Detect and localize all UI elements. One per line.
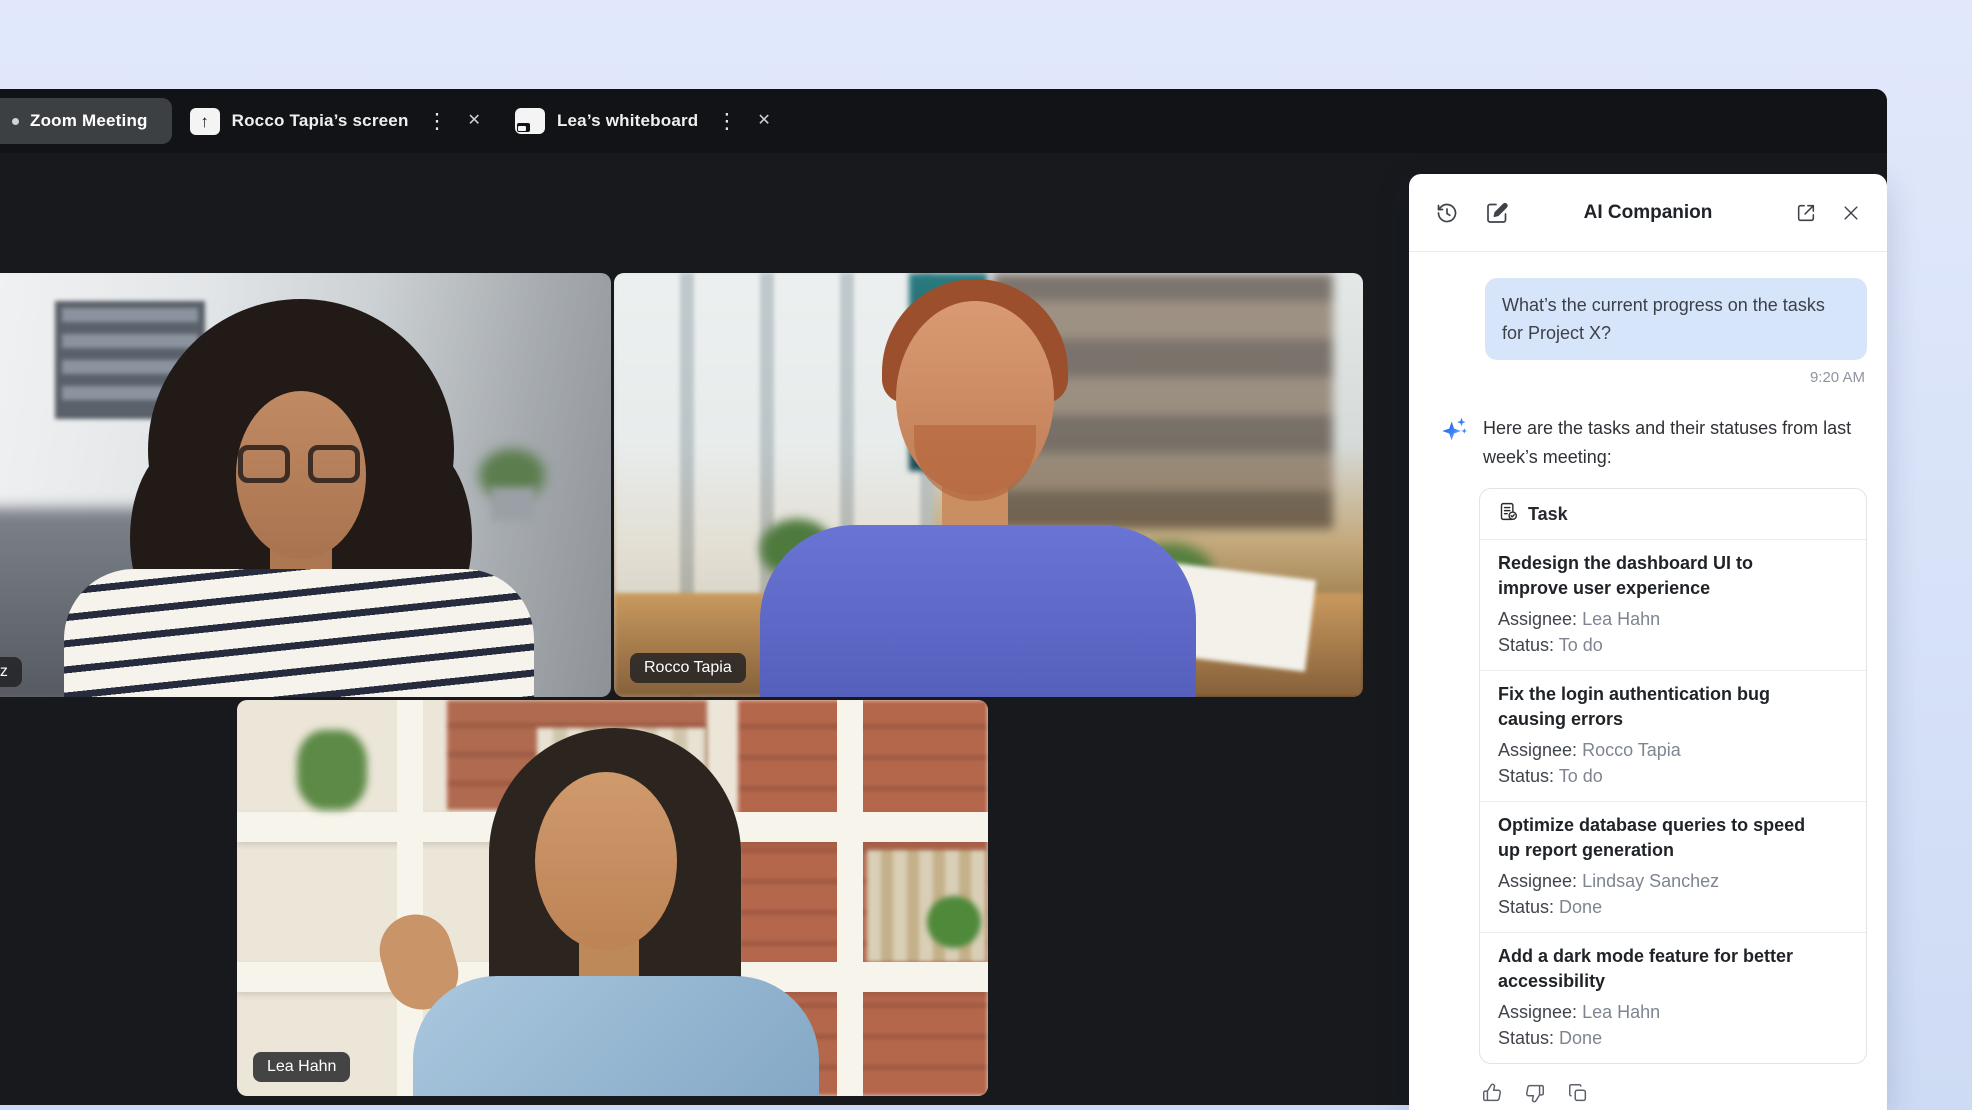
task-status: Status: To do xyxy=(1498,763,1848,789)
ai-response: Here are the tasks and their statuses fr… xyxy=(1439,414,1867,472)
task-status: Status: Done xyxy=(1498,894,1848,920)
task-title: Redesign the dashboard UI to improve use… xyxy=(1498,551,1828,601)
ai-intro-text: Here are the tasks and their statuses fr… xyxy=(1483,414,1859,472)
tab-label: Rocco Tapia’s screen xyxy=(232,111,409,131)
task-status: Status: To do xyxy=(1498,632,1848,658)
task-title: Add a dark mode feature for better acces… xyxy=(1498,944,1828,994)
tab-close-icon[interactable]: ✕ xyxy=(757,113,770,129)
task-list-icon xyxy=(1498,501,1519,527)
task-card-title: Task xyxy=(1528,504,1568,525)
task-row[interactable]: Redesign the dashboard UI to improve use… xyxy=(1480,540,1866,671)
tab-menu-icon[interactable]: ⋮ xyxy=(427,111,448,132)
close-panel-icon[interactable] xyxy=(1841,203,1861,223)
user-message-bubble: What’s the current progress on the tasks… xyxy=(1485,278,1867,360)
tab-label: Zoom Meeting xyxy=(30,111,148,131)
background-plant xyxy=(927,896,981,948)
history-icon[interactable] xyxy=(1435,201,1459,225)
new-chat-icon[interactable] xyxy=(1485,201,1509,225)
tab-menu-icon[interactable]: ⋮ xyxy=(716,111,737,132)
video-tile-lindsay-sanchez[interactable]: Lindsay Sanchez xyxy=(0,273,611,697)
ai-sparkle-icon xyxy=(1439,416,1469,451)
screen: Zoom Meeting ↑ Rocco Tapia’s screen ⋮ ✕ … xyxy=(0,0,1972,1110)
tab-zoom-meeting[interactable]: Zoom Meeting xyxy=(0,98,172,144)
task-status: Status: Done xyxy=(1498,1025,1848,1051)
tab-lea-whiteboard[interactable]: Lea’s whiteboard xyxy=(515,98,698,144)
ai-companion-panel: AI Companion What’s the current progress… xyxy=(1409,174,1887,1110)
up-arrow-icon: ↑ xyxy=(200,113,209,130)
tab-bar: Zoom Meeting ↑ Rocco Tapia’s screen ⋮ ✕ … xyxy=(0,89,1887,153)
whiteboard-icon xyxy=(515,108,545,134)
glasses xyxy=(238,445,290,483)
task-row[interactable]: Optimize database queries to speed up re… xyxy=(1480,802,1866,933)
tab-rocco-screen[interactable]: ↑ Rocco Tapia’s screen xyxy=(190,98,409,144)
task-card-header: Task xyxy=(1480,489,1866,540)
task-row[interactable]: Add a dark mode feature for better acces… xyxy=(1480,933,1866,1063)
thumbs-up-icon[interactable] xyxy=(1481,1082,1503,1104)
thumbs-down-icon[interactable] xyxy=(1524,1082,1546,1104)
tab-label: Lea’s whiteboard xyxy=(557,111,698,131)
tab-close-icon[interactable]: ✕ xyxy=(468,113,481,129)
copy-icon[interactable] xyxy=(1567,1082,1589,1104)
task-assignee: Assignee: Rocco Tapia xyxy=(1498,737,1848,763)
task-title: Fix the login authentication bug causing… xyxy=(1498,682,1828,732)
tab-status-dot-icon xyxy=(12,118,19,125)
task-assignee: Assignee: Lindsay Sanchez xyxy=(1498,868,1848,894)
pop-out-icon[interactable] xyxy=(1795,202,1817,224)
task-row[interactable]: Fix the login authentication bug causing… xyxy=(1480,671,1866,802)
task-card: Task Redesign the dashboard UI to improv… xyxy=(1479,488,1867,1064)
task-assignee: Assignee: Lea Hahn xyxy=(1498,999,1848,1025)
participant-name-tag: Lea Hahn xyxy=(253,1052,350,1082)
share-screen-icon: ↑ xyxy=(190,108,220,135)
participant-name-tag: Lindsay Sanchez xyxy=(0,657,22,687)
task-assignee: Assignee: Lea Hahn xyxy=(1498,606,1848,632)
panel-header: AI Companion xyxy=(1409,174,1887,252)
response-actions xyxy=(1481,1082,1867,1104)
participant-name-tag: Rocco Tapia xyxy=(630,653,746,683)
video-tile-lea-hahn[interactable]: Lea Hahn xyxy=(237,700,988,1096)
task-title: Optimize database queries to speed up re… xyxy=(1498,813,1828,863)
user-message-text: What’s the current progress on the tasks… xyxy=(1502,291,1850,347)
background-pot xyxy=(491,487,535,521)
message-timestamp: 9:20 AM xyxy=(1409,369,1865,386)
video-tile-rocco-tapia[interactable]: Rocco Tapia xyxy=(614,273,1363,697)
